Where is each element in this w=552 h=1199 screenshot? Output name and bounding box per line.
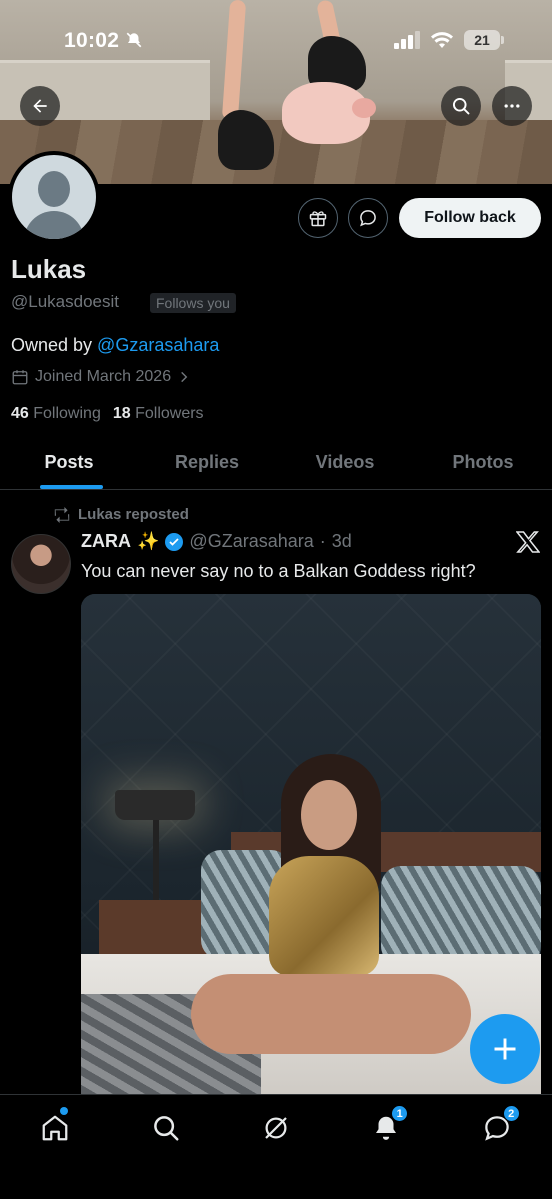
message-button[interactable] [348, 198, 388, 238]
joined-date: Joined March 2026 [11, 368, 191, 386]
profile-display-name: Lukas [11, 254, 87, 284]
followers-count: 18 [112, 405, 131, 422]
nav-grok[interactable] [221, 1095, 331, 1199]
post-age: 3d [331, 531, 352, 551]
grok-icon [265, 1117, 287, 1139]
arrow-left-icon [33, 99, 47, 113]
back-button[interactable] [20, 86, 60, 126]
banner-leg-left [221, 0, 247, 121]
post-author-handle[interactable]: @GZarasahara [189, 531, 313, 552]
nav-home[interactable] [0, 1095, 110, 1199]
bottom-navigation: 1 2 [0, 1094, 552, 1199]
tab-photos-label: Photos [452, 452, 514, 472]
image-pillow-right [381, 866, 541, 966]
status-icons: 21 [394, 30, 504, 50]
bell-mute-icon [127, 32, 142, 48]
calendar-icon [12, 370, 28, 385]
battery-indicator: 21 [464, 30, 504, 50]
tab-replies[interactable]: Replies [138, 440, 276, 489]
messages-badge: 2 [502, 1105, 520, 1122]
image-person-dress [269, 856, 379, 976]
gift-icon [309, 211, 327, 227]
chevron-right-icon[interactable] [177, 370, 191, 384]
profile-bio: Owned by @Gzarasahara [11, 335, 219, 356]
cellular-signal-icon [394, 31, 420, 49]
post-media-image[interactable] [81, 594, 541, 1094]
default-avatar-icon [12, 155, 96, 239]
tab-posts[interactable]: Posts [0, 440, 138, 489]
repost-icon [54, 506, 70, 523]
profile-handle: @Lukasdoesit [11, 292, 119, 311]
chat-bubble-icon [360, 210, 376, 227]
profile-avatar[interactable] [8, 151, 100, 243]
repost-label: Lukas reposted [78, 506, 189, 523]
wifi-icon [431, 32, 453, 48]
author-emoji: ✨ [137, 531, 160, 551]
image-lamp [115, 790, 195, 820]
nav-search[interactable] [110, 1095, 220, 1199]
active-tab-indicator [40, 485, 103, 489]
tab-videos-label: Videos [315, 452, 375, 472]
banner-shoe-left [218, 110, 274, 170]
more-dots-icon [504, 104, 520, 108]
post-author-name[interactable]: ZARA [81, 531, 131, 552]
post-text: You can never say no to a Balkan Goddess… [81, 561, 476, 581]
tab-replies-label: Replies [174, 452, 240, 472]
followers-stat[interactable]: 18 Followers [113, 405, 204, 423]
search-icon [452, 97, 470, 115]
follows-you-badge: Follows you [150, 293, 236, 313]
bio-mention-link[interactable]: @Gzarasahara [97, 335, 219, 355]
compose-post-button[interactable] [470, 1014, 540, 1084]
follow-back-button[interactable]: Follow back [399, 198, 541, 238]
gift-button[interactable] [298, 198, 338, 238]
profile-tabs: Posts Replies Videos Photos [0, 440, 552, 490]
following-label: Following [33, 405, 101, 422]
follow-stats: 46 Following 18 Followers [11, 405, 204, 423]
post-header: ZARA ✨ @GZarasahara · 3d [81, 531, 352, 552]
notifications-badge: 1 [391, 1105, 409, 1122]
home-icon [42, 1115, 68, 1141]
post-separator: · [319, 531, 326, 551]
tab-videos[interactable]: Videos [276, 440, 414, 489]
plus-icon [494, 1038, 516, 1060]
status-time-text: 10:02 [64, 29, 120, 52]
image-person-face [301, 780, 357, 850]
following-stat[interactable]: 46 Following [11, 405, 101, 423]
search-button[interactable] [441, 86, 481, 126]
joined-text: Joined March 2026 [35, 368, 172, 385]
bio-prefix: Owned by [11, 335, 98, 355]
verified-badge-icon [165, 532, 184, 551]
following-count: 46 [11, 405, 29, 422]
followers-label: Followers [135, 405, 204, 422]
status-time: 10:02 [64, 29, 143, 53]
tab-posts-label: Posts [44, 452, 94, 472]
nav-messages[interactable]: 2 [442, 1095, 552, 1199]
tab-photos[interactable]: Photos [414, 440, 552, 489]
image-lamp-base [153, 820, 159, 900]
home-unread-dot [60, 1107, 68, 1115]
post-author-avatar[interactable] [11, 534, 71, 594]
repost-indicator: Lukas reposted [52, 506, 189, 523]
search-nav-icon [153, 1116, 179, 1141]
x-logo-icon [515, 531, 541, 558]
nav-notifications[interactable]: 1 [331, 1095, 441, 1199]
banner-pig-snout [352, 98, 376, 118]
image-person-legs [191, 974, 471, 1054]
more-options-button[interactable] [492, 86, 532, 126]
